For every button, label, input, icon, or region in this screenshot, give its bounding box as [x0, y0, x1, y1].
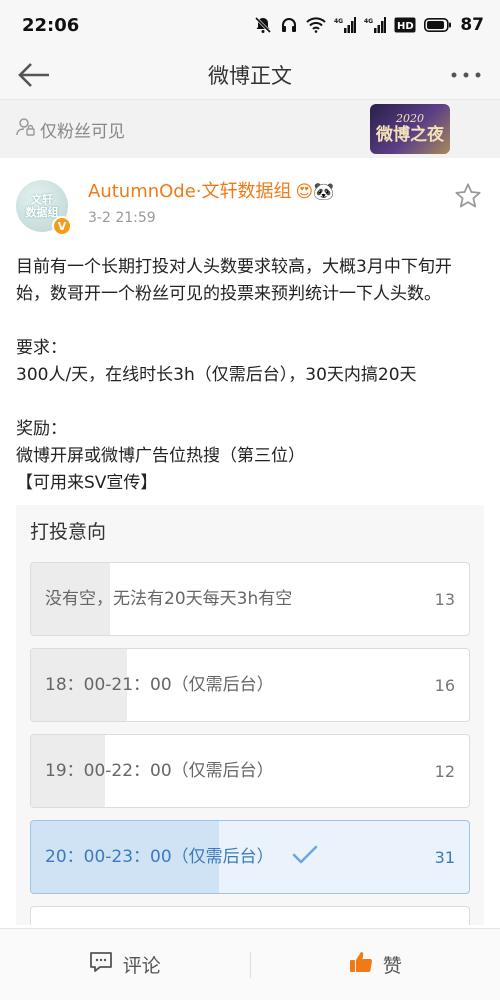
checkmark-icon	[292, 845, 318, 869]
author-name[interactable]: AutumnOde·文轩数据组	[88, 180, 292, 204]
poll-option-count: 13	[434, 589, 455, 609]
page-title: 微博正文	[208, 63, 292, 88]
back-arrow-icon[interactable]	[14, 55, 54, 95]
battery-level: 87	[460, 15, 484, 35]
nav-bar: 微博正文	[0, 50, 500, 100]
signal-2-icon: 4G	[364, 17, 387, 33]
poll-option[interactable]: 19：00-22：00（仅需后台） 12	[30, 734, 470, 808]
poll-option-label: 19：00-22：00（仅需后台）	[45, 760, 274, 781]
reward-title: 奖励：	[16, 419, 67, 439]
post-time: 3-2 21:59	[88, 210, 156, 226]
poll-option-count: 31	[434, 847, 455, 867]
more-options-icon[interactable]	[446, 55, 486, 95]
reward-line-1: 微博开屏或微博广告位热搜（第三位）	[16, 446, 305, 466]
bottom-action-bar: 评论 赞	[0, 928, 500, 1000]
comment-icon	[89, 951, 113, 978]
like-button[interactable]: 赞	[251, 929, 500, 1000]
avatar-text-line-1: 文轩	[31, 193, 53, 206]
poll-option-label: 没有空，无法有20天每天3h有空	[45, 588, 293, 609]
like-label: 赞	[382, 955, 402, 977]
poll: 打投意向 没有空，无法有20天每天3h有空 13 18：00-21：00（仅需后…	[16, 505, 484, 925]
poll-option[interactable]: 18：00-21：00（仅需后台） 16	[30, 648, 470, 722]
badge-name: 微博之夜	[376, 125, 444, 145]
status-bar: 22:06 4G 4G HD 87	[0, 0, 500, 50]
wifi-icon	[306, 17, 327, 33]
fans-only-indicator: 仅粉丝可见	[16, 117, 125, 142]
poll-title: 打投意向	[30, 521, 107, 543]
person-lock-icon	[16, 117, 36, 142]
badge-year: 2020	[396, 112, 424, 125]
poll-option-label: 18：00-21：00（仅需后台）	[45, 674, 274, 695]
avatar-text-line-2: 数据组	[25, 206, 59, 219]
verified-badge-icon: V	[52, 216, 72, 236]
signal-1-icon: 4G	[334, 17, 357, 33]
poll-option-count: 12	[434, 761, 455, 781]
post-body: 目前有一个长期打投对人头数要求较高，大概3月中下旬开始，数哥开一个粉丝可见的投票…	[16, 254, 484, 497]
mute-bell-icon	[254, 16, 272, 34]
author-row: 文轩 数据组 V AutumnOde·文轩数据组 😍🐼 3-2 21:59	[16, 180, 484, 236]
weibo-night-badge[interactable]: 2020 微博之夜	[370, 104, 450, 154]
visibility-row: 仅粉丝可见 2020 微博之夜	[0, 100, 500, 158]
author-name-row[interactable]: AutumnOde·文轩数据组 😍🐼	[88, 180, 454, 204]
status-time: 22:06	[22, 14, 80, 36]
avatar[interactable]: 文轩 数据组 V	[16, 180, 72, 236]
poll-option-label: 20：00-23：00（仅需后台）	[45, 846, 274, 867]
reward-line-2: 【可用来SV宣传】	[16, 473, 158, 493]
author-emoji-badges: 😍🐼	[295, 182, 335, 202]
status-icons: 4G 4G HD 87	[254, 15, 484, 35]
poll-option-partial[interactable]	[30, 906, 470, 925]
post: 文轩 数据组 V AutumnOde·文轩数据组 😍🐼 3-2 21:59 目前…	[0, 158, 500, 925]
comment-label: 评论	[122, 955, 161, 977]
battery-icon	[424, 18, 452, 32]
svg-text:4G: 4G	[364, 18, 373, 25]
comment-button[interactable]: 评论	[0, 929, 250, 1000]
star-favorite-icon[interactable]	[454, 182, 484, 212]
hd-icon: HD	[394, 17, 416, 33]
poll-option-selected[interactable]: 20：00-23：00（仅需后台） 31	[30, 820, 470, 894]
svg-text:4G: 4G	[334, 18, 343, 25]
thumbs-up-icon	[349, 950, 373, 979]
svg-text:HD: HD	[397, 21, 414, 32]
fans-only-label: 仅粉丝可见	[40, 121, 125, 142]
poll-option-count: 16	[434, 675, 455, 695]
requirements-title: 要求：	[16, 338, 67, 358]
author-info: AutumnOde·文轩数据组 😍🐼 3-2 21:59	[88, 180, 454, 226]
requirements-text: 300人/天，在线时长3h（仅需后台），30天内搞20天	[16, 365, 417, 385]
headphones-icon	[280, 16, 298, 34]
post-intro: 目前有一个长期打投对人头数要求较高，大概3月中下旬开始，数哥开一个粉丝可见的投票…	[16, 257, 452, 304]
poll-option[interactable]: 没有空，无法有20天每天3h有空 13	[30, 562, 470, 636]
